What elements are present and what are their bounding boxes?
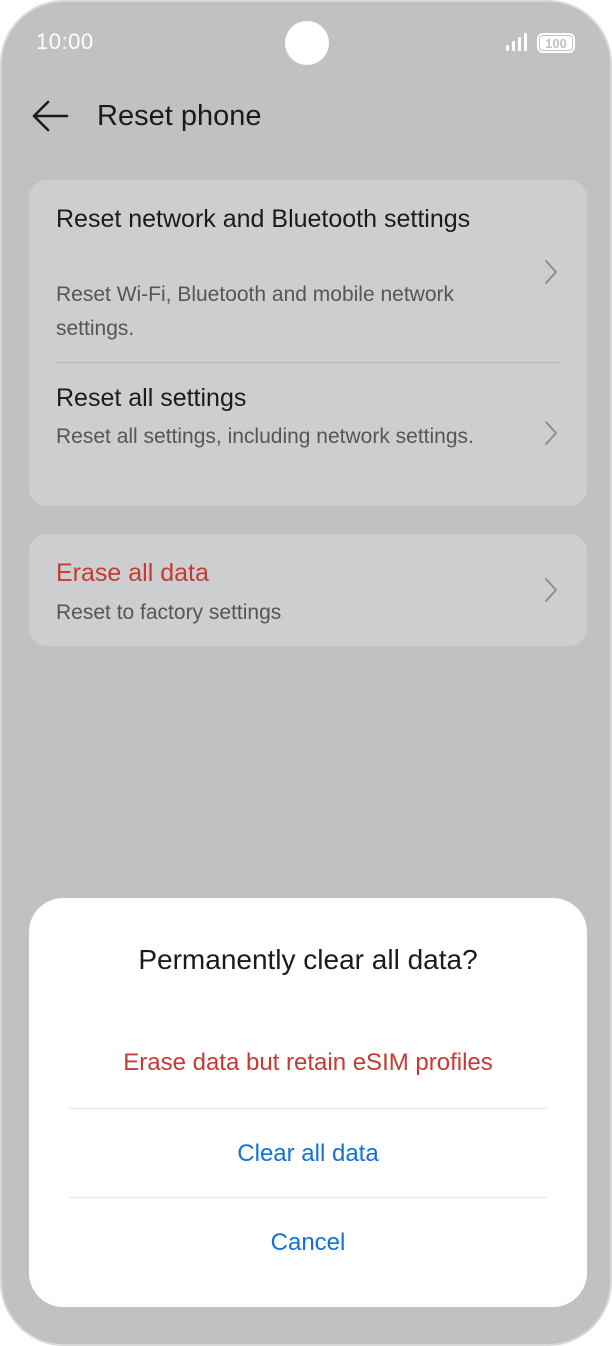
- back-arrow-icon[interactable]: [30, 98, 70, 134]
- erase-all-data-subtitle: Reset to factory settings: [56, 601, 282, 624]
- reset-all-settings-subtitle: Reset all settings, including network se…: [56, 425, 474, 448]
- erase-retain-esim-button[interactable]: Erase data but retain eSIM profiles: [69, 1049, 547, 1077]
- status-time: 10:00: [36, 29, 94, 54]
- battery-level: 100: [545, 35, 567, 51]
- chevron-right-icon: [545, 260, 557, 284]
- divider: [69, 1197, 547, 1198]
- signal-icon: [506, 33, 527, 51]
- front-camera-cutout: [285, 21, 329, 65]
- confirm-erase-dialog: Permanently clear all data? Erase data b…: [29, 898, 587, 1307]
- erase-all-data-item[interactable]: Erase all data Reset to factory settings: [29, 534, 587, 646]
- app-header: Reset phone: [2, 88, 610, 144]
- battery-icon: 100: [537, 33, 575, 53]
- divider: [69, 1108, 547, 1109]
- page-title: Reset phone: [97, 100, 262, 132]
- erase-data-card: Erase all data Reset to factory settings: [29, 534, 587, 646]
- erase-all-data-title: Erase all data: [56, 559, 209, 587]
- reset-all-settings-item[interactable]: Reset all settings Reset all settings, i…: [29, 363, 587, 506]
- status-bar: 10:00 100: [2, 2, 610, 82]
- reset-options-card: Reset network and Bluetooth settings Res…: [29, 180, 587, 506]
- clear-all-data-button[interactable]: Clear all data: [69, 1140, 547, 1168]
- dialog-title: Permanently clear all data?: [138, 944, 478, 975]
- chevron-right-icon: [545, 578, 557, 602]
- cancel-button[interactable]: Cancel: [69, 1229, 547, 1257]
- chevron-right-icon: [545, 421, 557, 445]
- reset-network-subtitle: Reset Wi-Fi, Bluetooth and mobile networ…: [56, 283, 455, 340]
- reset-network-item[interactable]: Reset network and Bluetooth settings Res…: [29, 180, 587, 362]
- phone-screen: 10:00 100 Reset phone Reset network and …: [0, 0, 612, 1346]
- reset-all-settings-title: Reset all settings: [56, 384, 247, 412]
- reset-network-title: Reset network and Bluetooth settings: [56, 205, 471, 233]
